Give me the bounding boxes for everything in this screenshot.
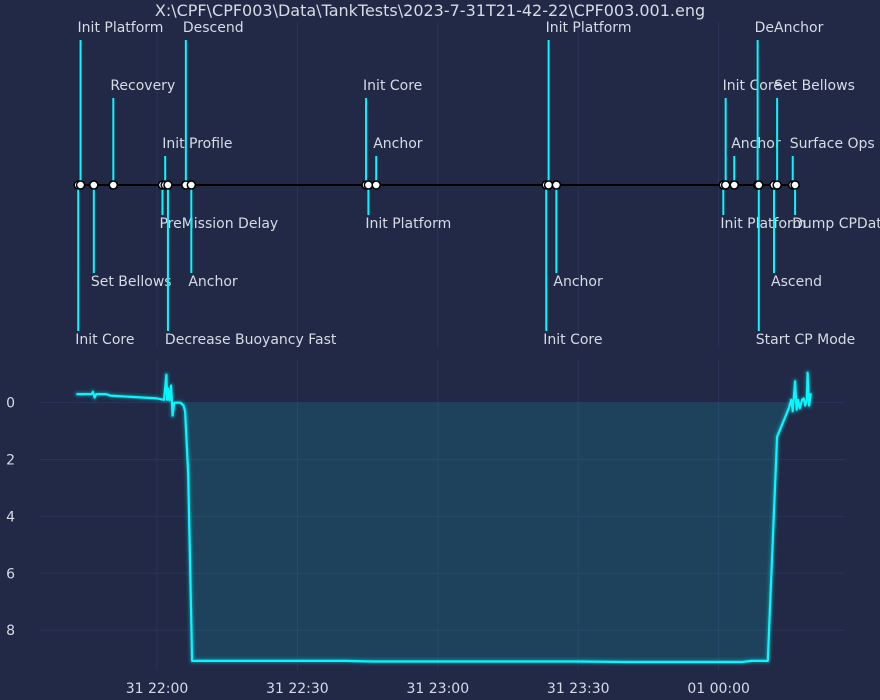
x-tick-label: 01 00:00 bbox=[687, 681, 750, 697]
timeline-event-label: Init Core bbox=[543, 332, 602, 348]
y-tick-label: 6 bbox=[6, 566, 15, 582]
timeline-event-marker bbox=[371, 180, 381, 190]
timeline-event-label: Init Profile bbox=[162, 136, 232, 152]
timeline-event-label: Init Core bbox=[75, 332, 134, 348]
timeline-event-label: Recovery bbox=[110, 78, 175, 94]
timeline-event-label: Init Platform bbox=[365, 216, 451, 232]
timeline-event-label: Descend bbox=[183, 20, 244, 36]
timeline-event-marker bbox=[729, 180, 739, 190]
x-tick-label: 31 23:30 bbox=[547, 681, 610, 697]
x-tick-label: 31 23:00 bbox=[407, 681, 470, 697]
x-tick-label: 31 22:00 bbox=[126, 681, 189, 697]
timeline-event-marker bbox=[551, 180, 562, 190]
figure: X:\CPF\CPF003\Data\TankTests\2023-7-31T2… bbox=[0, 0, 880, 700]
depth-panel: 0 2 4 6 8 31 22:00 31 22:30 31 23:00 31 23:30 01 … bbox=[6, 360, 845, 697]
y-tick-label: 4 bbox=[6, 509, 15, 525]
timeline-event-label: Anchor bbox=[373, 136, 423, 152]
timeline-event-label: Anchor bbox=[553, 274, 603, 290]
timeline-event-marker bbox=[75, 180, 86, 190]
chart-svg: X:\CPF\CPF003\Data\TankTests\2023-7-31T2… bbox=[6, 1, 880, 697]
timeline-event-marker bbox=[720, 180, 731, 190]
timeline-event-label: Decrease Buoyancy Fast bbox=[165, 332, 337, 348]
timeline-event-marker bbox=[772, 180, 782, 190]
timeline-event-marker bbox=[163, 180, 173, 190]
timeline-event-label: Init Platform bbox=[78, 20, 164, 36]
y-tick-label: 2 bbox=[6, 453, 15, 469]
timeline-event-label: Start CP Mode bbox=[756, 332, 855, 348]
timeline-event-marker bbox=[186, 180, 197, 190]
y-tick-label: 0 bbox=[6, 396, 15, 412]
timeline-event-label: Init Core bbox=[723, 78, 782, 94]
timeline-event-label: Init Platform bbox=[546, 20, 632, 36]
timeline-event-label: Set Bellows bbox=[774, 78, 855, 94]
timeline-event-marker bbox=[790, 180, 800, 190]
timeline-event-marker bbox=[543, 180, 554, 190]
timeline-event-label: Ascend bbox=[771, 274, 822, 290]
timeline-event-marker bbox=[363, 180, 374, 190]
timeline-event-marker bbox=[89, 180, 99, 190]
timeline-event-label: Dump CPData bbox=[792, 216, 880, 232]
timeline-event-label: Set Bellows bbox=[91, 274, 172, 290]
x-tick-label: 31 22:30 bbox=[266, 681, 329, 697]
timeline-event-label: Init Core bbox=[363, 78, 422, 94]
timeline-event-label: DeAnchor bbox=[755, 20, 824, 36]
timeline-event-label: Anchor bbox=[188, 274, 238, 290]
chart-title: X:\CPF\CPF003\Data\TankTests\2023-7-31T2… bbox=[155, 1, 705, 20]
y-tick-label: 8 bbox=[6, 623, 15, 639]
timeline-event-label: PreMission Delay bbox=[159, 216, 278, 232]
timeline-event-marker bbox=[754, 180, 764, 190]
timeline-event-marker bbox=[108, 180, 119, 190]
timeline-event-label: Surface Ops bbox=[790, 136, 875, 152]
timeline-panel: Init Core Init Platform Set Bellows Recover… bbox=[73, 20, 880, 348]
timeline-event-label: Anchor bbox=[731, 136, 781, 152]
